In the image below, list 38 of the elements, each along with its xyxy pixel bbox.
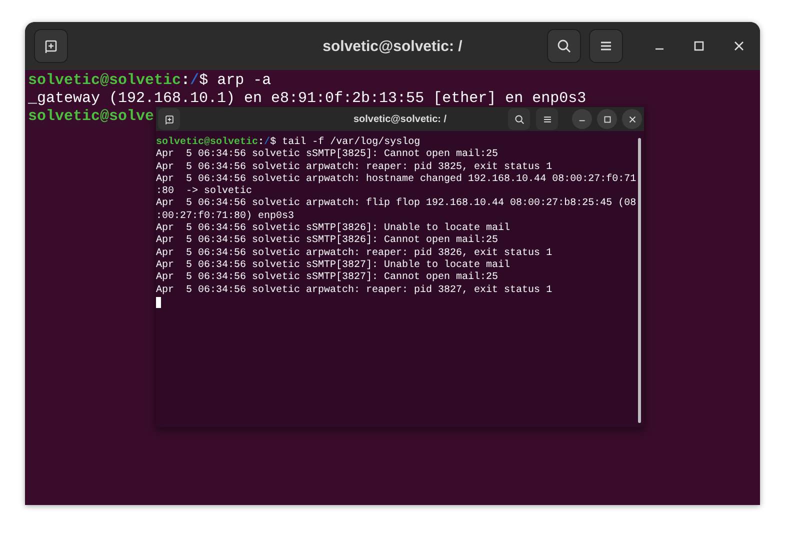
output-line: Apr 5 06:34:56 solvetic arpwatch: reaper: pid 3827, exit status 1 [156, 284, 554, 297]
search-icon [514, 114, 524, 124]
prompt-line: solvetic@solvetic:/$ tail -f /var/log/syslog [156, 137, 420, 148]
prompt-line: solvetic@solvetic:/$ arp -a [28, 72, 272, 90]
new-tab-button[interactable] [158, 108, 180, 130]
output-line: Apr 5 06:34:56 solvetic arpwatch: reaper: pid 3825, exit status 1 [156, 162, 554, 174]
output-line: Apr 5 06:34:56 solvetic sSMTP[3825]: Cannot open mail:25 [156, 149, 500, 162]
output-line: Apr 5 06:34:56 solvetic arpwatch: reaper: pid 3826, exit status 1 [156, 248, 554, 260]
close-icon [626, 114, 638, 124]
output-line: :00:27:f0:71:80) enp0s3 [156, 210, 296, 222]
menu-button[interactable] [589, 29, 623, 63]
scrollbar[interactable] [638, 138, 641, 423]
output-line: Apr 5 06:34:56 solvetic sSMTP[3826]: Cannot open mail:25 [156, 235, 500, 248]
window-title: solvetic@solvetic: / [353, 114, 447, 124]
window-title: solvetic@solvetic: / [322, 38, 462, 54]
maximize-button[interactable] [597, 109, 617, 129]
search-button[interactable] [547, 29, 581, 63]
output-line: Apr 5 06:34:56 solvetic arpwatch: hostname changed 192.168.10.44 08:00:27:f0:71 [156, 174, 638, 186]
new-tab-icon [164, 114, 174, 124]
output-line: :80 -> solvetic [156, 186, 253, 198]
output-line: Apr 5 06:34:56 solvetic sSMTP[3827]: Cannot open mail:25 [156, 272, 500, 284]
new-tab-button[interactable] [34, 29, 68, 63]
search-button[interactable] [508, 108, 530, 130]
menu-icon [542, 114, 552, 124]
search-icon [556, 38, 572, 54]
output-line: _gateway (192.168.10.1) en e8:91:0f:2b:13:55 [ether] en enp0s3 [28, 90, 588, 108]
minimize-button[interactable] [572, 109, 592, 129]
output-line: Apr 5 06:34:56 solvetic sSMTP[3826]: Unable to locate mail [156, 223, 512, 234]
menu-button[interactable] [536, 108, 558, 130]
minimize-icon [578, 120, 586, 122]
output-line: Apr 5 06:34:56 solvetic sSMTP[3827]: Unable to locate mail [156, 260, 512, 272]
new-tab-icon [43, 38, 59, 54]
output-line: Apr 5 06:34:56 solvetic arpwatch: flip flop 192.168.10.44 08:00:27:b8:25:45 (08 [156, 198, 638, 210]
minimize-icon [654, 48, 664, 50]
maximize-icon [602, 114, 612, 124]
prompt-line: solvetic@solve [28, 108, 154, 126]
text-cursor [156, 296, 161, 308]
close-button[interactable] [622, 109, 642, 129]
